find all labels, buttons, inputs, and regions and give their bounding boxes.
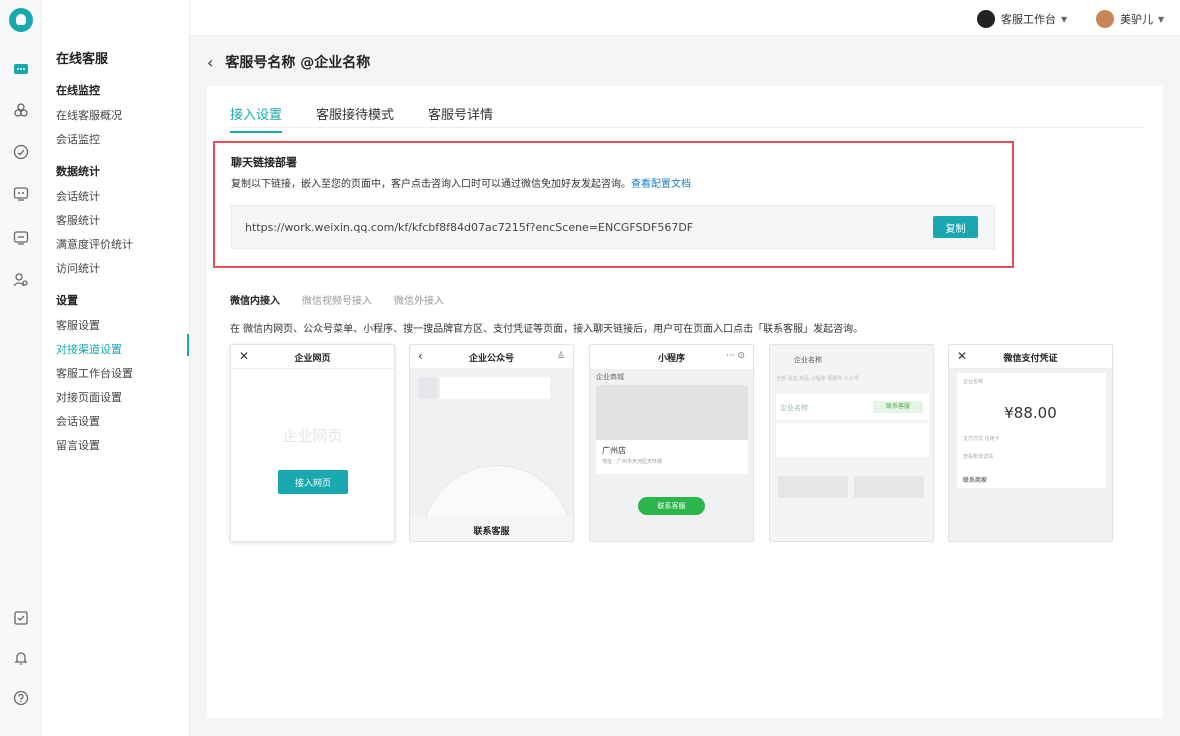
preview-search[interactable]: 企业名称 全部 消息 商品 小程序 视频号 公众号 企业名称 联系客服 — [769, 344, 934, 542]
menu-item-overview[interactable]: 在线客服概况 — [56, 107, 122, 123]
side-menu: 在线客服 在线监控 在线客服概况 会话监控 数据统计 会话统计 客服统计 满意度… — [42, 0, 190, 736]
service-cell — [854, 476, 924, 498]
menu-item-satisfaction-stats[interactable]: 满意度评价统计 — [56, 236, 133, 252]
chat-link-section: 聊天链接部署 复制以下链接，嵌入至您的页面中，客户点击咨询入口时可以通过微信免加… — [213, 141, 1014, 268]
preview-body: 企业网页 接入网页 — [231, 369, 394, 541]
user-menu[interactable]: 美驴儿 ▼ — [1096, 10, 1164, 28]
icon-rail — [0, 0, 42, 736]
menu-group-settings: 设置 — [56, 294, 78, 307]
contact-menu-label: 联系客服 — [473, 527, 510, 537]
chat-link-url[interactable]: https://work.weixin.qq.com/kf/kfcbf8f84d… — [245, 221, 693, 234]
receipt-card — [957, 373, 1106, 488]
menu-item-agent-settings[interactable]: 客服设置 — [56, 317, 100, 333]
preview-official-account[interactable]: ‹ 企业公众号 ♙ 联系客服 — [409, 344, 574, 542]
gauge-icon[interactable] — [13, 144, 29, 160]
preview-web[interactable]: ✕ 企业网页 企业网页 接入网页 — [230, 344, 395, 542]
menu-group-stats: 数据统计 — [56, 165, 100, 178]
avatar — [1096, 10, 1114, 28]
shop-label: 企业商城 — [596, 373, 624, 381]
profile-icon: ♙ — [556, 351, 565, 361]
active-indicator — [187, 334, 189, 356]
headset-icon — [977, 10, 995, 28]
workbench-switch[interactable]: 客服工作台 ▼ — [977, 10, 1067, 28]
service-grid — [776, 423, 929, 457]
store-address: 地址：广州市天河区天环城 — [602, 459, 663, 465]
preview-title: 企业网页 — [294, 354, 331, 364]
workbench-label: 客服工作台 — [1001, 13, 1056, 26]
chevron-down-icon: ▼ — [1158, 14, 1165, 24]
menu-item-visit-stats[interactable]: 访问统计 — [56, 260, 100, 276]
preview-header: ✕ 微信支付凭证 — [949, 345, 1112, 369]
copy-button[interactable]: 复制 — [933, 216, 978, 238]
url-box: https://work.weixin.qq.com/kf/kfcbf8f84d… — [231, 205, 995, 249]
top-bar: 客服工作台 ▼ 美驴儿 ▼ — [190, 0, 1180, 36]
preview-payment[interactable]: ✕ 微信支付凭证 企业名称 ¥88.00 支付方式 信用卡 查看账单详情 联系商… — [948, 344, 1113, 542]
menu-item-workbench-settings[interactable]: 客服工作台设置 — [56, 365, 133, 381]
tab-reception-mode[interactable]: 客服接待模式 — [316, 104, 394, 133]
subtab-wechat-out[interactable]: 微信外接入 — [394, 292, 444, 307]
brand-name: 企业名称 — [780, 404, 808, 412]
menu-item-session-monitor[interactable]: 会话监控 — [56, 131, 100, 147]
search-tabs: 全部 消息 商品 小程序 视频号 公众号 — [776, 376, 859, 382]
intro-text: 在 微信内网页、公众号菜单、小程序、搜一搜品牌官方区、支付凭证等页面，接入聊天链… — [230, 324, 864, 335]
preview-header: ‹ 企业公众号 ♙ — [410, 345, 573, 369]
contact-service-link[interactable]: 联系客服 — [873, 401, 923, 413]
preview-title: 企业公众号 — [468, 354, 514, 364]
subtab-wechat-in[interactable]: 微信内接入 — [230, 292, 280, 307]
access-web-button[interactable]: 接入网页 — [278, 470, 348, 494]
team-icon[interactable] — [13, 272, 29, 288]
menu-item-page-settings[interactable]: 对接页面设置 — [56, 389, 122, 405]
capsule-icon: ··· ⊙ — [726, 351, 745, 361]
user-name: 美驴儿 — [1120, 13, 1153, 26]
contacts-icon[interactable] — [13, 102, 29, 118]
preview-title: 企业名称 — [794, 356, 822, 364]
avatar — [418, 377, 438, 399]
amount: ¥88.00 — [1004, 404, 1057, 422]
menu-title: 在线客服 — [56, 52, 109, 67]
tab-account-details[interactable]: 客服号详情 — [428, 104, 493, 133]
page-title: 客服号名称 @企业名称 — [225, 55, 371, 71]
payment-method: 支付方式 信用卡 — [963, 436, 1000, 442]
service-cell — [778, 476, 848, 498]
preview-header: ✕ 企业网页 — [231, 345, 394, 369]
app-logo[interactable] — [9, 8, 33, 32]
menu-group-monitor: 在线监控 — [56, 84, 100, 97]
preview-watermark: 企业网页 — [282, 427, 343, 445]
contact-service-button[interactable]: 联系客服 — [638, 497, 705, 515]
description-text: 复制以下链接，嵌入至您的页面中，客户点击咨询入口时可以通过微信免加好友发起咨询。 — [231, 179, 631, 190]
chat-icon[interactable] — [13, 62, 29, 78]
section-title: 聊天链接部署 — [231, 156, 297, 169]
help-icon[interactable] — [13, 690, 29, 706]
store-name: 广州店 — [602, 446, 626, 455]
back-icon[interactable]: ‹ — [207, 53, 213, 72]
menu-item-session-stats[interactable]: 会话统计 — [56, 188, 100, 204]
subtab-bar: 微信内接入 微信视频号接入 微信外接入 — [230, 292, 444, 307]
doc-link[interactable]: 查看配置文档 — [631, 179, 691, 190]
tab-access-settings[interactable]: 接入设置 — [230, 104, 283, 133]
tab-bar: 接入设置 客服接待模式 客服号详情 — [230, 104, 493, 133]
menu-item-channel-settings[interactable]: 对接渠道设置 — [56, 341, 122, 357]
customer-service-icon[interactable] — [13, 186, 29, 202]
bell-icon[interactable] — [13, 650, 29, 666]
preview-title: 微信支付凭证 — [1003, 354, 1058, 364]
menu-item-agent-stats[interactable]: 客服统计 — [56, 212, 100, 228]
menu-item-message-settings[interactable]: 留言设置 — [56, 437, 100, 453]
monitor-icon[interactable] — [13, 230, 29, 246]
page-header: ‹ 客服号名称 @企业名称 — [207, 52, 370, 72]
contact-merchant[interactable]: 联系商家 — [963, 475, 987, 484]
subtab-channels[interactable]: 微信视频号接入 — [302, 292, 372, 307]
banner-image — [596, 385, 748, 440]
preview-header: 小程序 ··· ⊙ — [590, 345, 753, 369]
chevron-down-icon: ▼ — [1061, 14, 1068, 24]
preview-mini-program[interactable]: 小程序 ··· ⊙ 企业商城 广州店 地址：广州市天河区天环城 联系客服 — [589, 344, 754, 542]
section-description: 复制以下链接，嵌入至您的页面中，客户点击咨询入口时可以通过微信免加好友发起咨询。… — [231, 175, 691, 190]
bill-detail: 查看账单详情 — [963, 454, 994, 460]
message-bubble — [440, 377, 550, 399]
merchant-name: 企业名称 — [963, 379, 984, 385]
task-icon[interactable] — [13, 610, 29, 626]
menu-item-session-settings[interactable]: 会话设置 — [56, 413, 100, 429]
tabs-divider — [230, 127, 1144, 128]
